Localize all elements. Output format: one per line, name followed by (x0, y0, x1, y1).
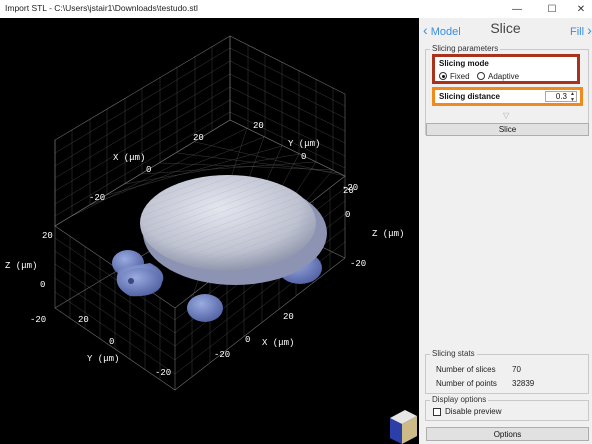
disable-preview-label: Disable preview (445, 407, 502, 416)
expand-chevron-icon[interactable]: ▽ (503, 111, 509, 120)
slicing-distance-box: Slicing distance 0.3 ▲ ▼ (432, 87, 583, 106)
y-axis-top-label: Y (μm) (288, 139, 320, 149)
slicing-distance-spinner[interactable]: 0.3 ▲ ▼ (545, 91, 577, 103)
fixed-radio[interactable] (439, 72, 447, 80)
options-button[interactable]: Options (426, 427, 589, 441)
chevron-right-icon: › (587, 22, 592, 38)
z-left-tick: 20 (42, 231, 53, 241)
minimize-icon: — (512, 3, 522, 15)
z-left-tick: -20 (30, 315, 46, 325)
points-count-value: 32839 (512, 379, 535, 388)
z-right-tick: -20 (350, 259, 366, 269)
title-bar: Import STL - C:\Users\jstair1\Downloads\… (0, 0, 592, 18)
y-top-tick: 20 (253, 121, 264, 131)
slicing-distance-value: 0.3 (555, 92, 567, 101)
next-fill-link[interactable]: Fill › (570, 22, 592, 38)
3d-viewport[interactable]: X (μm) Y (μm) Z (μm) Z (μm) Y (μm) X (μm… (0, 18, 419, 444)
panel-title: Slice (490, 20, 521, 36)
slicing-stats-label: Slicing stats (430, 349, 477, 358)
y-top-tick: 0 (301, 152, 306, 162)
y-bottom-tick: -20 (155, 368, 171, 378)
x-top-tick: 0 (146, 165, 151, 175)
view-cube-icon[interactable] (390, 410, 417, 444)
spinner-arrows-icon[interactable]: ▲ ▼ (570, 91, 575, 103)
slicing-distance-label: Slicing distance (439, 92, 500, 101)
x-bottom-tick: 20 (283, 312, 294, 322)
z-left-tick: 0 (40, 280, 45, 290)
right-panel: ‹ Model Slice Fill › Slicing parameters … (419, 18, 592, 444)
close-icon: ✕ (576, 3, 586, 15)
window-title: Import STL - C:\Users\jstair1\Downloads\… (5, 3, 198, 13)
slicing-parameters-label: Slicing parameters (430, 44, 501, 53)
y-bottom-tick: 20 (78, 315, 89, 325)
y-axis-bottom-label: Y (μm) (87, 354, 119, 364)
y-bottom-tick: 0 (109, 337, 114, 347)
x-top-tick: 20 (193, 133, 204, 143)
x-axis-top-label: X (μm) (113, 153, 145, 163)
z-right-tick: 0 (345, 210, 350, 220)
disable-preview-checkbox[interactable] (433, 408, 441, 416)
viewport-scene: X (μm) Y (μm) Z (μm) Z (μm) Y (μm) X (μm… (5, 35, 417, 444)
z-axis-right-label: Z (μm) (372, 229, 404, 239)
import-stl-window: Import STL - C:\Users\jstair1\Downloads\… (0, 0, 592, 444)
x-bottom-tick: 0 (245, 335, 250, 345)
slicing-stats-group: Slicing stats Number of slices 70 Number… (425, 349, 589, 394)
maximize-icon: ☐ (547, 3, 557, 15)
x-bottom-tick: -20 (214, 350, 230, 360)
slicing-mode-box: Slicing mode Fixed Adaptive (432, 54, 580, 84)
slices-count-label: Number of slices (436, 365, 496, 374)
slicing-mode-label: Slicing mode (439, 59, 489, 68)
close-button[interactable]: ✕ (566, 0, 592, 18)
fixed-radio-label: Fixed (450, 72, 470, 81)
adaptive-radio[interactable] (477, 72, 485, 80)
panel-header: ‹ Model Slice Fill › (419, 18, 592, 42)
next-fill-label: Fill (570, 26, 585, 38)
z-right-tick: 20 (343, 186, 354, 196)
x-axis-bottom-label: X (μm) (262, 338, 294, 348)
display-options-group: Display options Disable preview (425, 395, 589, 421)
minimize-button[interactable]: — (502, 0, 532, 18)
points-count-label: Number of points (436, 379, 497, 388)
slices-count-value: 70 (512, 365, 521, 374)
maximize-button[interactable]: ☐ (537, 0, 567, 18)
slice-button[interactable]: Slice (426, 123, 589, 136)
x-top-tick: -20 (89, 193, 105, 203)
z-axis-left-label: Z (μm) (5, 261, 37, 271)
display-options-label: Display options (430, 395, 489, 404)
adaptive-radio-label: Adaptive (488, 72, 520, 81)
turtle-model (112, 175, 327, 322)
